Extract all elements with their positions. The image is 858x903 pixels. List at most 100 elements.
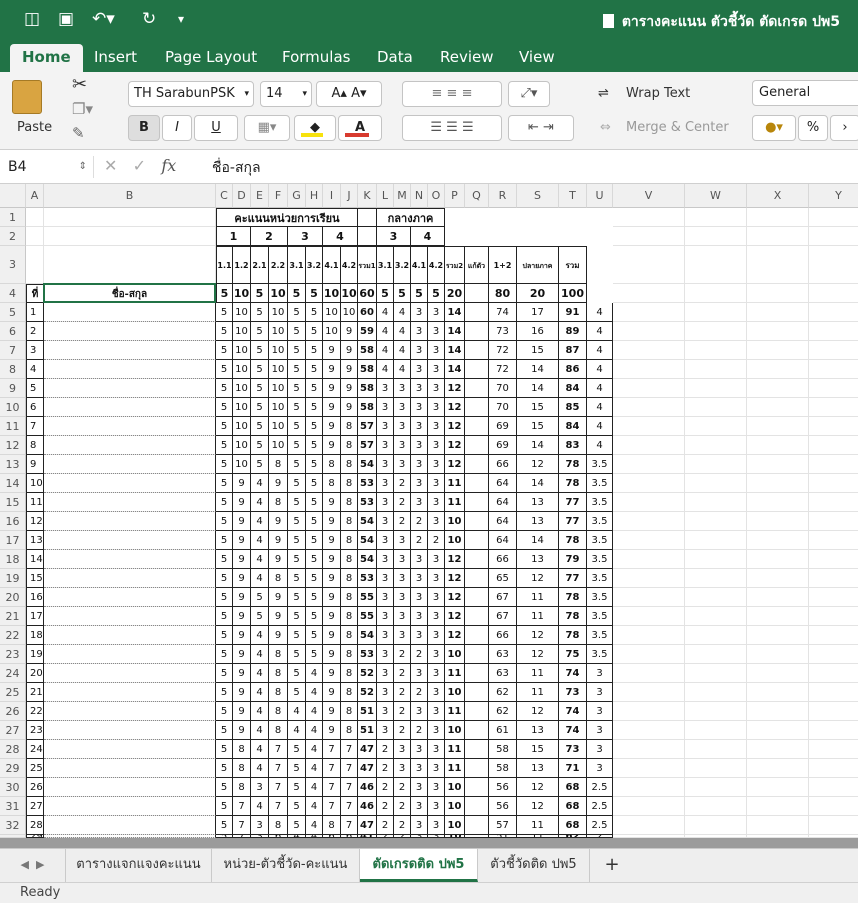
score-cell[interactable]: 3.5 — [587, 550, 613, 569]
max-score-cell[interactable]: 100 — [559, 284, 587, 303]
score-cell[interactable]: 3 — [411, 303, 428, 322]
grid-cell[interactable] — [685, 512, 747, 531]
max-score-cell[interactable]: 80 — [489, 284, 517, 303]
score-cell[interactable]: 3 — [428, 683, 445, 702]
score-cell[interactable]: 4 — [377, 341, 394, 360]
score-cell[interactable]: 8 — [341, 683, 358, 702]
score-cell[interactable]: 4 — [306, 664, 323, 683]
student-index-cell[interactable]: 24 — [26, 740, 44, 759]
score-cell[interactable]: 3 — [411, 474, 428, 493]
score-cell[interactable]: 12 — [517, 645, 559, 664]
score-cell[interactable]: 5 — [306, 379, 323, 398]
font-color-button[interactable]: A — [338, 115, 382, 141]
score-cell[interactable]: 14 — [517, 436, 559, 455]
unit-header-cell[interactable]: 1 — [216, 227, 251, 246]
grid-cell[interactable] — [685, 816, 747, 835]
score-cell[interactable]: 8 — [269, 645, 288, 664]
score-cell[interactable]: 3.5 — [587, 645, 613, 664]
grid-cell[interactable] — [613, 607, 685, 626]
grid-cell[interactable] — [747, 455, 809, 474]
score-cell[interactable]: 12 — [445, 550, 465, 569]
score-cell[interactable]: 14 — [445, 303, 465, 322]
score-cell[interactable]: 5 — [288, 322, 306, 341]
score-cell[interactable]: 11 — [445, 702, 465, 721]
score-cell[interactable]: 3.5 — [587, 493, 613, 512]
grid-cell[interactable] — [613, 322, 685, 341]
row-header[interactable]: 31 — [0, 797, 26, 816]
row-header[interactable]: 27 — [0, 721, 26, 740]
student-index-cell[interactable]: 4 — [26, 360, 44, 379]
sheet-tab-unit-indicators[interactable]: หน่วย-ตัวชี้วัด-คะแนน — [212, 849, 360, 882]
score-cell[interactable] — [465, 778, 489, 797]
grid-cell[interactable] — [613, 474, 685, 493]
grid-cell[interactable] — [747, 740, 809, 759]
score-cell[interactable]: 9 — [269, 550, 288, 569]
score-cell[interactable]: 52 — [358, 683, 377, 702]
score-cell[interactable]: 54 — [358, 455, 377, 474]
score-cell[interactable]: 9 — [269, 531, 288, 550]
score-cell[interactable]: 5 — [306, 626, 323, 645]
row-header[interactable]: 26 — [0, 702, 26, 721]
score-cell[interactable]: 77 — [559, 493, 587, 512]
grid-cell[interactable] — [747, 531, 809, 550]
paste-icon[interactable] — [12, 80, 42, 114]
score-cell[interactable]: 12 — [445, 436, 465, 455]
score-cell[interactable]: 5 — [288, 740, 306, 759]
score-cell[interactable]: 77 — [559, 569, 587, 588]
student-name-cell[interactable] — [44, 398, 216, 417]
score-cell[interactable]: 9 — [323, 645, 341, 664]
vertical-align-group[interactable]: ≡ ≡ ≡ — [402, 81, 502, 107]
score-cell[interactable]: 7 — [269, 759, 288, 778]
score-cell[interactable] — [465, 379, 489, 398]
score-cell[interactable]: 3 — [377, 683, 394, 702]
decrease-font-icon[interactable]: A▾ — [351, 86, 366, 101]
max-score-cell[interactable]: 20 — [445, 284, 465, 303]
score-cell[interactable]: 4 — [587, 322, 613, 341]
score-cell[interactable]: 10 — [269, 417, 288, 436]
score-cell[interactable] — [465, 607, 489, 626]
student-name-cell[interactable] — [44, 512, 216, 531]
score-cell[interactable] — [465, 341, 489, 360]
score-cell[interactable]: 12 — [445, 626, 465, 645]
column-header-X[interactable]: X — [747, 184, 809, 208]
score-cell[interactable] — [465, 550, 489, 569]
score-cell[interactable]: 63 — [489, 645, 517, 664]
score-cell[interactable]: 7 — [269, 778, 288, 797]
score-cell[interactable]: 4 — [306, 702, 323, 721]
grid-cell[interactable] — [809, 797, 858, 816]
score-cell[interactable]: 8 — [233, 740, 251, 759]
grid-cell[interactable] — [44, 208, 216, 227]
score-cell[interactable]: 8 — [341, 645, 358, 664]
score-cell[interactable]: 83 — [559, 436, 587, 455]
score-cell[interactable]: 3 — [394, 436, 411, 455]
score-cell[interactable]: 4 — [251, 797, 269, 816]
score-cell[interactable] — [465, 493, 489, 512]
grid-cell[interactable] — [809, 607, 858, 626]
score-cell[interactable]: 2 — [394, 797, 411, 816]
column-header-N[interactable]: N — [411, 184, 428, 208]
row-header[interactable]: 9 — [0, 379, 26, 398]
score-cell[interactable]: 12 — [445, 607, 465, 626]
score-cell[interactable]: 3 — [411, 626, 428, 645]
grid-cell[interactable] — [809, 455, 858, 474]
column-header-S[interactable]: S — [517, 184, 559, 208]
score-cell[interactable]: 54 — [358, 550, 377, 569]
score-cell[interactable]: 2 — [411, 721, 428, 740]
underline-button[interactable]: U — [194, 115, 238, 141]
score-cell[interactable]: 9 — [323, 493, 341, 512]
student-index-cell[interactable]: 1 — [26, 303, 44, 322]
score-cell[interactable] — [465, 360, 489, 379]
grid-cell[interactable] — [685, 664, 747, 683]
student-index-cell[interactable]: 6 — [26, 398, 44, 417]
grid-cell[interactable] — [613, 455, 685, 474]
score-cell[interactable]: 66 — [489, 550, 517, 569]
column-header-O[interactable]: O — [428, 184, 445, 208]
score-cell[interactable]: 58 — [489, 740, 517, 759]
sub-header-cell[interactable]: 3.1 — [377, 246, 394, 284]
score-cell[interactable]: 3 — [394, 740, 411, 759]
grid-cell[interactable] — [613, 379, 685, 398]
score-cell[interactable]: 4 — [251, 550, 269, 569]
row-header[interactable]: 23 — [0, 645, 26, 664]
grid-cell[interactable] — [747, 360, 809, 379]
score-cell[interactable]: 5 — [216, 702, 233, 721]
